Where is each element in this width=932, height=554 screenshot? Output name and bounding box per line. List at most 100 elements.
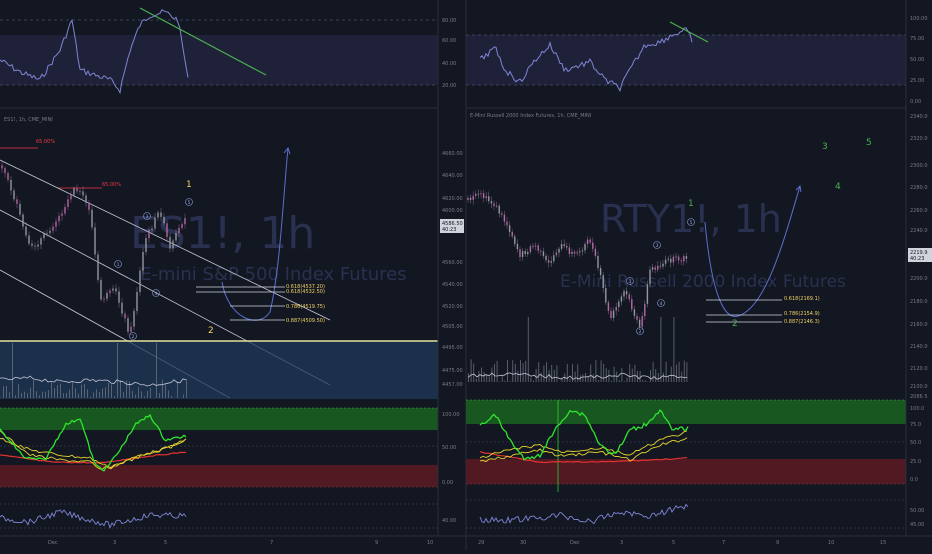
- right-wave-major-1: 1: [688, 199, 694, 209]
- candle-body: [538, 245, 539, 250]
- candle-body: [522, 251, 523, 257]
- right-price-2180: 2180.0: [910, 299, 928, 305]
- candle-body: [480, 193, 481, 194]
- volume-bar: [66, 393, 67, 398]
- left-time-10: 10: [427, 540, 433, 546]
- candle-body: [7, 173, 8, 180]
- volume-bar: [494, 364, 495, 382]
- svg-text:5: 5: [690, 220, 693, 226]
- volume-bar: [168, 390, 169, 398]
- volume-bar: [96, 389, 97, 398]
- volume-bar: [595, 360, 596, 382]
- right-time-dec: Dec: [570, 540, 580, 546]
- volume-bar: [476, 379, 477, 382]
- volume-bar: [27, 393, 28, 398]
- left-osc-green-zone: [0, 408, 438, 430]
- volume-bar: [663, 373, 664, 382]
- volume-bar: [183, 394, 184, 398]
- left-time-7: 7: [270, 540, 273, 546]
- candle-body: [175, 233, 176, 241]
- candle-body: [566, 246, 567, 247]
- candle-body: [82, 191, 83, 195]
- left-price-4475: 4475.00: [442, 368, 463, 374]
- candle-body: [100, 280, 101, 299]
- volume-bar: [512, 360, 513, 382]
- candle-body: [681, 260, 682, 261]
- volume-bar: [653, 362, 654, 382]
- candle-body: [574, 252, 575, 254]
- volume-bar: [666, 362, 667, 382]
- chart-workspace[interactable]: ES1!, 1h, CME_MINI ES1!, 1h E-mini S&P 5…: [0, 0, 932, 550]
- candle-body: [55, 221, 56, 226]
- right-mom-scale-50: 50.00: [910, 508, 924, 514]
- left-time-axis[interactable]: Dec 3 5 7 9 10: [48, 540, 433, 546]
- volume-bar: [84, 384, 85, 398]
- volume-bar: [671, 367, 672, 382]
- volume-bar: [132, 391, 133, 398]
- candle-body: [172, 241, 173, 249]
- candle-body: [106, 293, 107, 299]
- candle-body: [629, 294, 630, 299]
- candle-body: [686, 256, 687, 259]
- candle-body: [76, 188, 77, 191]
- candle-body: [124, 314, 125, 319]
- left-price-4560: 4560.00: [442, 260, 463, 266]
- volume-bar: [3, 386, 4, 398]
- right-fib-label-2: 0.786(2154.9): [784, 311, 820, 317]
- left-price-scale[interactable]: 80.00 60.00 40.00 20.00 4660.00 4640.00 …: [442, 18, 463, 524]
- volume-bar: [517, 371, 518, 382]
- volume-bar: [611, 381, 612, 382]
- right-fib-label-3: 0.887(2146.3): [784, 319, 820, 325]
- candle-body: [623, 291, 624, 296]
- candle-body: [473, 196, 474, 200]
- candle-body: [647, 284, 648, 303]
- right-chart-pane[interactable]: E-Mini Russell 2000 Index Futures, 1h, C…: [466, 0, 932, 550]
- right-fib-label-1: 0.618(2169.1): [784, 296, 820, 302]
- right-price-2100: 2100.0: [910, 384, 928, 390]
- volume-bar: [18, 384, 19, 398]
- svg-text:2: 2: [639, 329, 642, 335]
- left-price-4640: 4640.00: [442, 173, 463, 179]
- right-osc-scale-50: 50.0: [910, 440, 921, 446]
- candle-body: [501, 213, 502, 214]
- left-chart-pane[interactable]: ES1!, 1h, CME_MINI ES1!, 1h E-mini S&P 5…: [0, 0, 464, 546]
- volume-bar: [45, 392, 46, 398]
- candle-body: [657, 266, 658, 270]
- chart-canvas[interactable]: ES1!, 1h, CME_MINI ES1!, 1h E-mini S&P 5…: [0, 0, 932, 550]
- right-price-scale[interactable]: 100.00 75.00 50.00 25.00 0.00 2340.0 232…: [910, 16, 928, 528]
- left-osc-scale-50: 50.00: [442, 445, 456, 451]
- left-support-zone[interactable]: [0, 341, 438, 399]
- volume-bar: [528, 317, 529, 382]
- right-mom-scale-45: 45.00: [910, 522, 924, 528]
- volume-bar: [486, 375, 487, 382]
- volume-bar: [30, 388, 31, 398]
- volume-bar: [645, 380, 646, 382]
- volume-bar: [123, 392, 124, 398]
- svg-text:4: 4: [660, 301, 663, 307]
- volume-bar: [598, 380, 599, 382]
- candle-body: [154, 218, 155, 229]
- candle-body: [145, 238, 146, 252]
- volume-bar: [54, 388, 55, 398]
- left-price-4600: 4600.00: [442, 208, 463, 214]
- right-osc-scale-0: 0.0: [910, 477, 918, 483]
- volume-bar: [590, 364, 591, 382]
- volume-bar: [69, 390, 70, 398]
- volume-bar: [484, 372, 485, 382]
- candle-body: [626, 291, 627, 294]
- volume-bar: [21, 393, 22, 398]
- candle-body: [556, 253, 557, 256]
- volume-bar: [177, 381, 178, 398]
- volume-bar: [634, 365, 635, 382]
- right-time-axis[interactable]: 29 30 Dec 3 5 7 9 10 15: [478, 540, 886, 546]
- candle-body: [85, 195, 86, 202]
- candle-body: [478, 194, 479, 195]
- volume-bar: [81, 385, 82, 398]
- candle-body: [512, 232, 513, 236]
- candle-body: [31, 244, 32, 246]
- candle-body: [519, 249, 520, 257]
- candle-body: [600, 268, 601, 275]
- candle-body: [571, 252, 572, 254]
- candle-body: [148, 230, 149, 238]
- volume-bar: [135, 395, 136, 398]
